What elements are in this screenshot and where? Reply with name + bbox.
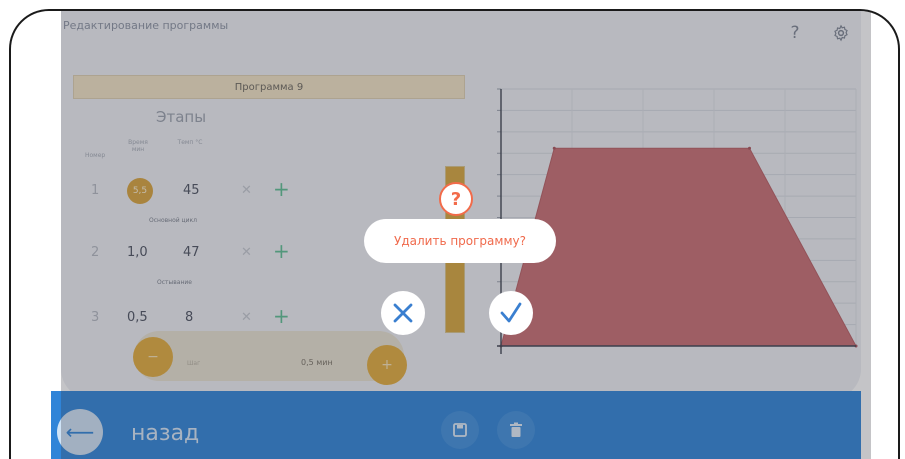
step-value: 0,5 мин: [301, 358, 333, 367]
stage-temp[interactable]: 8: [185, 310, 193, 325]
confirm-message-text: Удалить программу?: [394, 234, 526, 248]
col-header-number: Номер: [85, 152, 106, 159]
confirm-message: Удалить программу?: [364, 219, 556, 263]
stage-label: Остывание: [157, 279, 192, 286]
stage-temp[interactable]: 47: [183, 245, 200, 260]
data-point: [552, 146, 556, 150]
save-button[interactable]: [441, 411, 479, 449]
add-stage-button[interactable]: +: [273, 179, 290, 199]
gear-icon: [834, 24, 848, 42]
stage-number: 1: [91, 183, 100, 198]
trash-icon: [510, 422, 522, 437]
arrow-left-icon: ⟵: [65, 420, 95, 444]
stages-title: Этапы: [156, 108, 207, 126]
increase-button[interactable]: +: [367, 345, 407, 385]
step-label: Шаг: [187, 360, 201, 367]
page-title: Редактирование программы: [63, 19, 229, 32]
stage-time[interactable]: 0,5: [127, 310, 148, 325]
plus-icon: +: [381, 357, 393, 373]
back-label[interactable]: назад: [131, 421, 199, 446]
stage-time-selected[interactable]: 5,5: [127, 178, 153, 204]
question-icon: ?: [450, 188, 462, 210]
col-header-time: Время мин: [128, 139, 148, 153]
cancel-button[interactable]: [381, 291, 425, 335]
add-stage-button[interactable]: +: [273, 241, 290, 261]
delete-button[interactable]: [497, 411, 535, 449]
help-button[interactable]: ?: [781, 19, 809, 47]
delete-stage-button[interactable]: ✕: [241, 245, 252, 260]
col-header-temp: Темп °C: [177, 139, 203, 146]
question-badge: ?: [439, 182, 473, 216]
decrease-button[interactable]: −: [133, 337, 173, 377]
confirm-button[interactable]: [489, 291, 533, 335]
minus-icon: −: [147, 349, 159, 365]
device-frame: Редактирование программы ? Программа 9 Э…: [9, 9, 900, 459]
close-icon: [393, 303, 413, 323]
add-stage-button[interactable]: +: [273, 306, 290, 326]
stage-temp[interactable]: 45: [183, 183, 200, 198]
stage-time[interactable]: 1,0: [127, 245, 148, 260]
program-name: Программа 9: [234, 81, 304, 93]
back-button[interactable]: ⟵: [57, 409, 103, 455]
settings-button[interactable]: [827, 19, 855, 47]
save-icon: [453, 423, 467, 437]
stage-number: 2: [91, 245, 100, 260]
program-name-field[interactable]: Программа 9: [73, 75, 465, 99]
delete-stage-button[interactable]: ✕: [241, 183, 252, 198]
data-point: [748, 146, 751, 150]
question-icon: ?: [790, 23, 800, 43]
stage-time: 5,5: [132, 186, 148, 196]
delete-stage-button[interactable]: ✕: [241, 310, 252, 325]
stage-number: 3: [91, 310, 100, 325]
step-adjust-bar: [134, 331, 404, 381]
checkmark-icon: [500, 302, 522, 323]
stage-label: Основной цикл: [149, 217, 197, 224]
